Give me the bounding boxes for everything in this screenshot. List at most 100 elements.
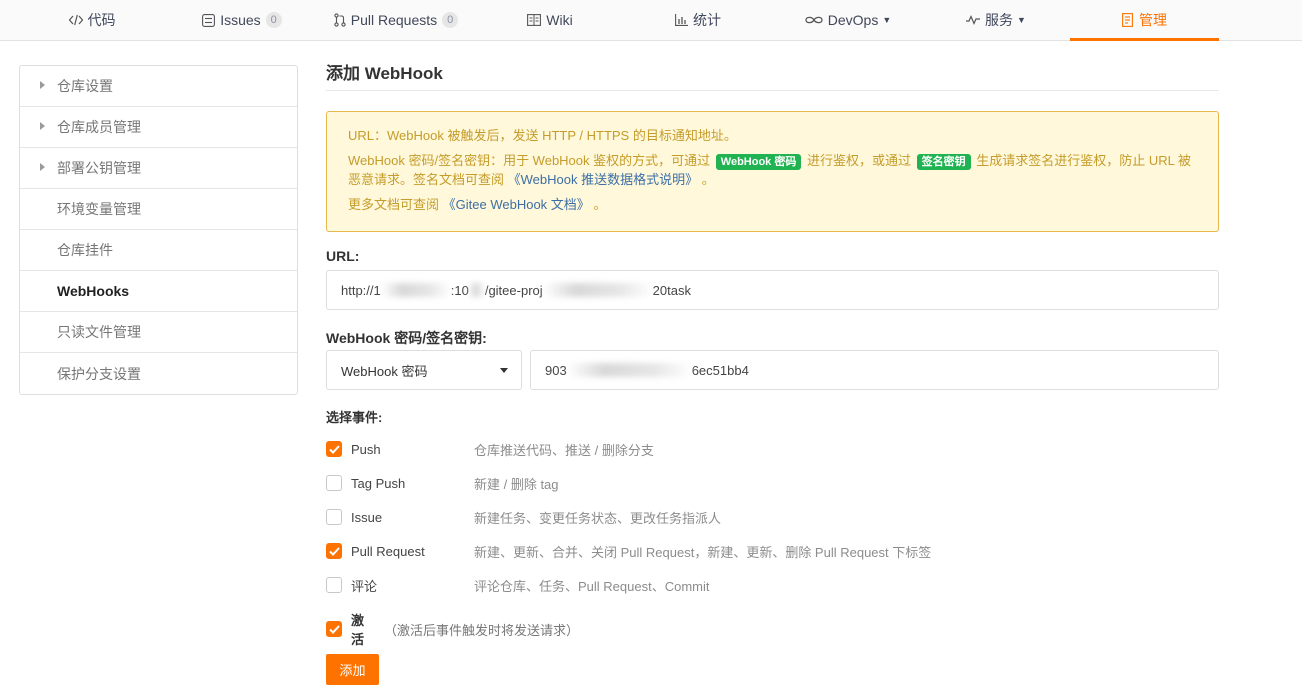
event-description: 仓库推送代码、推送 / 删除分支 (474, 442, 654, 458)
redacted-blur (566, 363, 692, 377)
activate-row: 激活 （激活后事件触发时将发送请求） (326, 613, 579, 647)
sidebar-item-label: 环境变量管理 (57, 201, 141, 217)
caret-right-icon (40, 81, 45, 89)
service-icon (966, 15, 981, 25)
comment-checkbox[interactable] (326, 577, 342, 593)
event-name: Issue (351, 509, 383, 525)
event-row-pull-request: Pull Request 新建、更新、合并、关闭 Pull Request，新建… (326, 540, 1219, 562)
sidebar-item-env-vars[interactable]: 环境变量管理 (20, 189, 297, 230)
page-title: 添加 WebHook (326, 60, 1219, 91)
redacted-blur (380, 283, 451, 297)
chevron-down-icon (500, 368, 508, 373)
sidebar-item-members[interactable]: 仓库成员管理 (20, 107, 297, 148)
manage-icon (1122, 13, 1134, 27)
notice-text: URL：WebHook 被触发后，发送 HTTP / HTTPS 的目标通知地址… (348, 128, 737, 143)
tab-manage[interactable]: 管理 (1070, 0, 1219, 41)
stats-icon (675, 14, 688, 26)
notice-text: 更多文档可查阅 (348, 197, 440, 212)
chevron-down-icon: ▼ (882, 15, 892, 25)
sidebar-item-webhooks[interactable]: WebHooks (20, 271, 297, 312)
url-value-start: http://1 (341, 282, 381, 298)
notice-text: 进行鉴权，或通过 (806, 153, 911, 168)
activate-checkbox[interactable] (326, 621, 342, 637)
sidebar-item-readonly-files[interactable]: 只读文件管理 (20, 312, 297, 353)
caret-right-icon (40, 122, 45, 130)
event-name: Push (351, 441, 381, 457)
url-value-mid: :10 (450, 282, 469, 298)
secret-value-end: 6ec51bb4 (691, 362, 749, 378)
gitee-webhook-doc-link[interactable]: 《Gitee WebHook 文档》 (443, 197, 590, 212)
tab-wiki-label: Wiki (546, 12, 573, 28)
caret-right-icon (40, 163, 45, 171)
devops-icon (805, 15, 823, 25)
sidebar-item-widgets[interactable]: 仓库挂件 (20, 230, 297, 271)
signing-key-badge: 签名密钥 (916, 154, 971, 170)
event-name: 评论 (351, 578, 378, 594)
code-icon (68, 14, 83, 26)
chevron-down-icon: ▼ (1017, 15, 1026, 25)
pull-request-icon (334, 13, 346, 27)
sidebar-item-label: 仓库成员管理 (57, 119, 141, 135)
add-webhook-button[interactable]: 添加 (326, 654, 379, 685)
secret-label: WebHook 密码/签名密钥: (326, 330, 487, 346)
event-description: 新建 / 删除 tag (474, 476, 559, 492)
tab-issues-label: Issues (220, 12, 261, 28)
webhook-form: 添加 WebHook URL：WebHook 被触发后，发送 HTTP / HT… (326, 60, 1219, 685)
sidebar-item-protected-branches[interactable]: 保护分支设置 (20, 353, 297, 394)
repo-nav-bar: 代码 Issues 0 Pull Requests 0 Wiki 统计 DevO… (0, 0, 1302, 41)
tab-devops-label: DevOps (827, 12, 879, 28)
tag-push-checkbox[interactable] (326, 475, 342, 491)
url-label: URL: (326, 248, 360, 264)
tab-stats[interactable]: 统计 (646, 0, 750, 40)
event-row-issue: Issue 新建任务、变更任务状态、更改任务指派人 (326, 506, 1219, 528)
notice-line-docs: 更多文档可查阅 《Gitee WebHook 文档》 。 (348, 195, 1197, 214)
secret-type-value: WebHook 密码 (341, 363, 428, 379)
sidebar-item-label: 只读文件管理 (57, 324, 141, 340)
settings-sidebar: 仓库设置 仓库成员管理 部署公钥管理 环境变量管理 仓库挂件 WebHooks … (19, 65, 298, 395)
url-input[interactable]: http://1 :10 /gitee-proj 20task (326, 270, 1219, 310)
activate-label: 激活 (351, 613, 365, 647)
tab-pull-requests[interactable]: Pull Requests 0 (328, 0, 464, 40)
tab-code[interactable]: 代码 (40, 0, 144, 40)
event-name: Pull Request (351, 543, 425, 559)
tab-service[interactable]: 服务 ▼ (944, 0, 1048, 40)
notice-text: 。 (701, 172, 715, 187)
tab-stats-label: 统计 (693, 12, 721, 28)
tab-wiki[interactable]: Wiki (498, 0, 602, 40)
secret-value-start: 903 (545, 362, 567, 378)
sidebar-item-deploy-keys[interactable]: 部署公钥管理 (20, 148, 297, 189)
tab-manage-label: 管理 (1139, 12, 1167, 28)
event-description: 评论仓库、任务、Pull Request、Commit (474, 578, 710, 594)
secret-input[interactable]: 903 6ec51bb4 (530, 350, 1219, 390)
url-value-end: 20task (652, 282, 691, 298)
event-row-comment: 评论 评论仓库、任务、Pull Request、Commit (326, 574, 1219, 596)
sidebar-item-label: WebHooks (57, 283, 130, 299)
secret-type-select[interactable]: WebHook 密码 (326, 350, 522, 390)
events-label: 选择事件: (326, 410, 383, 425)
sidebar-item-label: 保护分支设置 (57, 365, 141, 382)
webhook-password-badge: WebHook 密码 (715, 154, 802, 170)
notice-line-url: URL：WebHook 被触发后，发送 HTTP / HTTPS 的目标通知地址… (348, 126, 1197, 145)
push-checkbox[interactable] (326, 441, 342, 457)
tab-code-label: 代码 (87, 12, 116, 28)
event-description: 新建、更新、合并、关闭 Pull Request，新建、更新、删除 Pull R… (474, 544, 932, 560)
activate-hint: （激活后事件触发时将发送请求） (384, 622, 580, 638)
issues-count-badge: 0 (265, 12, 282, 28)
notice-text: 。 (593, 197, 607, 212)
event-row-tag-push: Tag Push 新建 / 删除 tag (326, 472, 1219, 494)
notice-text: WebHook 密码/签名密钥：用于 WebHook 鉴权的方式，可通过 (348, 153, 711, 168)
sidebar-item-label: 仓库设置 (57, 78, 113, 94)
sidebar-item-label: 仓库挂件 (57, 242, 113, 258)
tab-pull-requests-label: Pull Requests (350, 12, 438, 28)
pull-request-checkbox[interactable] (326, 543, 342, 559)
event-description: 新建任务、变更任务状态、更改任务指派人 (474, 510, 722, 526)
tab-service-label: 服务 (985, 12, 1014, 28)
wiki-icon (527, 14, 542, 26)
tab-devops[interactable]: DevOps ▼ (796, 0, 900, 40)
issue-checkbox[interactable] (326, 509, 342, 525)
tab-issues[interactable]: Issues 0 (190, 0, 294, 40)
webhook-notice: URL：WebHook 被触发后，发送 HTTP / HTTPS 的目标通知地址… (326, 111, 1219, 232)
push-data-format-doc-link[interactable]: 《WebHook 推送数据格式说明》 (508, 172, 698, 187)
sidebar-item-repo-settings[interactable]: 仓库设置 (20, 66, 297, 107)
event-name: Tag Push (351, 475, 406, 491)
